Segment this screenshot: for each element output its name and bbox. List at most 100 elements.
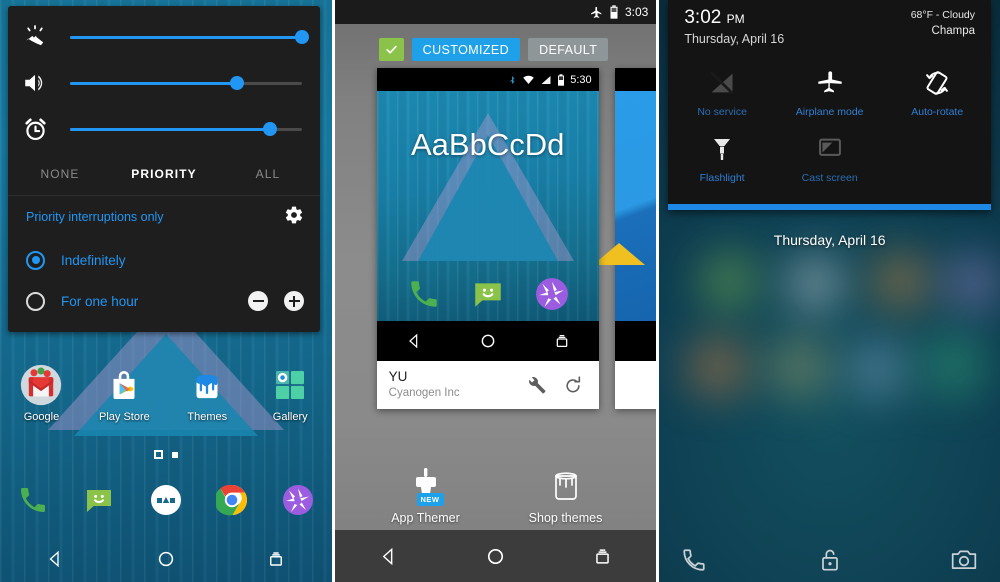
clock-date: Thursday, April 16 (684, 31, 785, 46)
system-navbar (0, 536, 332, 582)
flashlight-icon (709, 132, 735, 166)
unlock-icon (821, 549, 838, 571)
theme-card-next-preview (592, 91, 657, 321)
reset-icon[interactable] (563, 375, 583, 395)
duration-stepper (248, 291, 304, 311)
phone-icon (21, 488, 46, 512)
app-google[interactable]: Google (0, 364, 83, 423)
nav-back[interactable] (0, 550, 111, 568)
chip-customized[interactable]: CUSTOMIZED (411, 38, 521, 61)
gmail-icon (20, 364, 62, 406)
three-phone-screenshots: NONE PRIORITY ALL Priority interruptions… (0, 0, 1000, 582)
messaging-icon (87, 490, 112, 512)
nav-recents[interactable] (221, 550, 332, 568)
chrome-icon (216, 484, 248, 516)
slider-row-ringer[interactable] (8, 14, 320, 60)
play-store-icon (103, 364, 145, 406)
segment-none[interactable]: NONE (8, 167, 112, 181)
camera-aperture-icon (283, 485, 314, 515)
back-icon (382, 547, 393, 565)
alarm-slider[interactable] (70, 122, 302, 136)
nav-home[interactable] (442, 547, 549, 566)
interruption-mode-segments: NONE PRIORITY ALL (8, 152, 320, 196)
option-row-indefinitely[interactable]: Indefinitely (8, 238, 320, 282)
radio-indefinitely[interactable] (26, 250, 45, 270)
dock-phone[interactable] (0, 478, 66, 522)
tile-label: Cast screen (801, 171, 858, 184)
dock-chrome[interactable] (199, 478, 265, 522)
chip-default[interactable]: DEFAULT (528, 38, 609, 61)
ringer-slider[interactable] (70, 30, 309, 44)
plus-icon[interactable] (284, 291, 304, 311)
clock-block: 3:02 PM Thursday, April 16 (684, 7, 785, 46)
slider-row-media[interactable] (8, 60, 320, 106)
weather-block[interactable]: 68°F - Cloudy Champa (911, 8, 975, 40)
shortcut-phone[interactable] (659, 547, 780, 573)
slider-row-alarm[interactable] (8, 106, 320, 152)
media-slider[interactable] (70, 76, 302, 90)
tile-label: No service (697, 105, 747, 118)
no-signal-icon (708, 66, 736, 100)
check-icon[interactable] (378, 38, 404, 61)
dock-camera[interactable] (265, 478, 331, 522)
clock-hours: 3:02 (684, 7, 722, 28)
app-label: Gallery (272, 411, 308, 423)
slider-fill (70, 127, 270, 131)
wrench-icon[interactable] (527, 375, 547, 395)
theme-filter-chips: CUSTOMIZED DEFAULT (378, 38, 609, 61)
theme-card-next[interactable] (592, 68, 657, 409)
recents-icon (596, 548, 610, 564)
quick-settings-tiles: No service Airplane mode Auto-rotate Fla… (668, 56, 991, 204)
segment-all[interactable]: ALL (216, 167, 320, 181)
option-row-for-one-hour[interactable]: For one hour (8, 282, 320, 326)
app-themes[interactable]: Themes (166, 364, 249, 423)
system-navbar (334, 530, 657, 582)
segment-priority[interactable]: PRIORITY (112, 167, 216, 181)
quick-settings-drag-handle[interactable] (668, 203, 991, 210)
option-label-indefinitely: Indefinitely (61, 252, 126, 268)
nav-back[interactable] (335, 547, 442, 566)
nav-home[interactable] (111, 550, 222, 568)
tile-flashlight[interactable]: Flashlight (668, 126, 776, 192)
app-drawer-icon (150, 485, 181, 515)
page-dot[interactable] (171, 451, 178, 458)
tile-airplane-mode[interactable]: Airplane mode (776, 60, 884, 126)
clock-meridiem: PM (726, 12, 745, 26)
tile-auto-rotate[interactable]: Auto-rotate (883, 60, 991, 126)
dock-messaging[interactable] (66, 478, 132, 522)
theme-preview-time: 5:30 (570, 73, 592, 86)
back-icon (408, 333, 417, 349)
theme-card-yu[interactable]: 5:30 AaBbCcDd YU Cyanogen Inc (376, 68, 599, 409)
slider-thumb[interactable] (262, 122, 277, 136)
app-label: Google (23, 411, 60, 423)
app-play-store[interactable]: Play Store (83, 364, 166, 423)
dock-app-drawer[interactable] (133, 478, 199, 522)
slider-thumb[interactable] (295, 30, 309, 44)
action-app-themer[interactable]: NEW App Themer (373, 462, 479, 525)
theme-title: YU (388, 369, 408, 385)
battery-icon (558, 73, 565, 86)
radio-for-one-hour[interactable] (26, 291, 45, 311)
tile-label: Airplane mode (795, 105, 864, 118)
minus-icon[interactable] (248, 291, 268, 311)
page-dot-active[interactable] (153, 450, 163, 459)
gear-icon[interactable] (284, 205, 304, 230)
app-gallery[interactable]: Gallery (249, 364, 332, 423)
tile-no-service[interactable]: No service (668, 60, 776, 126)
shortcut-camera[interactable] (879, 548, 1000, 572)
theme-card-next-meta (614, 361, 657, 409)
tile-cast-screen[interactable]: Cast screen (776, 126, 884, 192)
nav-back (377, 333, 451, 349)
theme-card-actions (527, 375, 587, 395)
action-shop-themes[interactable]: Shop themes (513, 462, 619, 525)
themes-bottom-actions: NEW App Themer Shop themes (335, 462, 657, 525)
theme-preview-navbar (376, 321, 599, 361)
home-icon (158, 551, 174, 567)
nav-recents[interactable] (549, 547, 656, 566)
messaging-icon (474, 283, 501, 307)
shortcut-unlock[interactable] (780, 546, 879, 574)
lockscreen-shortcuts (659, 546, 1000, 574)
slider-thumb[interactable] (230, 76, 245, 90)
paint-brush-icon: NEW (409, 462, 444, 506)
option-label-for-one-hour: For one hour (61, 293, 139, 309)
